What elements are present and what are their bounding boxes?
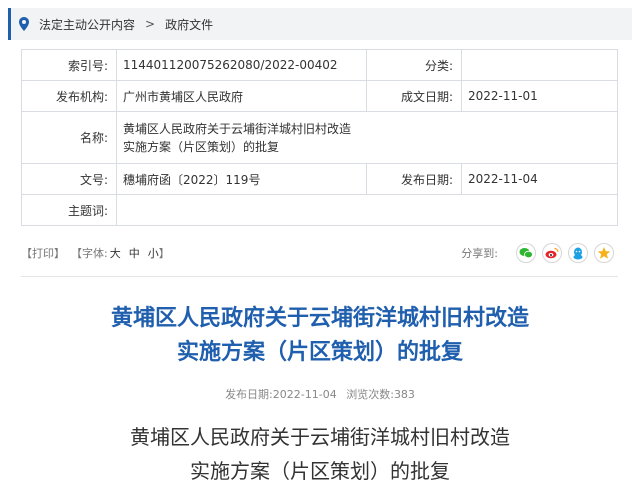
written-date-value: 2022-11-01: [461, 80, 618, 112]
breadcrumb: 法定主动公开内容 > 政府文件: [8, 8, 632, 40]
meta-row-docno: 文号: 穗埔府函〔2022〕119号 发布日期: 2022-11-04: [21, 163, 618, 195]
name-line-2: 实施方案（片区策划）的批复: [123, 139, 280, 154]
name-label: 名称:: [21, 111, 117, 164]
meta-row-index: 索引号: 114401120075262080/2022-00402 分类:: [21, 49, 618, 81]
document-meta-table: 索引号: 114401120075262080/2022-00402 分类: 发…: [21, 49, 618, 226]
qq-icon[interactable]: [568, 243, 588, 263]
font-size-medium-button[interactable]: 中: [129, 245, 140, 261]
qzone-icon[interactable]: [594, 243, 614, 263]
index-label: 索引号:: [21, 49, 117, 81]
meta-row-keywords: 主题词:: [21, 194, 618, 226]
index-value: 114401120075262080/2022-00402: [116, 49, 367, 81]
weibo-icon[interactable]: [542, 243, 562, 263]
article-title-line-1: 黄埔区人民政府关于云埔街洋城村旧村改造: [110, 306, 529, 331]
name-line-1: 黄埔区人民政府关于云埔街洋城村旧村改造: [123, 121, 352, 136]
issuer-label: 发布机构:: [21, 80, 117, 112]
article-toolbar: 【打印】 【字体: 大 中 小 】 分享到:: [21, 242, 618, 264]
wechat-icon[interactable]: [516, 243, 536, 263]
meta-row-name: 名称: 黄埔区人民政府关于云埔街洋城村旧村改造 实施方案（片区策划）的批复: [21, 111, 618, 164]
article-title: 黄埔区人民政府关于云埔街洋城村旧村改造 实施方案（片区策划）的批复: [0, 302, 640, 370]
breadcrumb-item-gov-documents[interactable]: 政府文件: [165, 16, 213, 33]
category-value: [461, 49, 618, 81]
share-label: 分享到:: [461, 247, 498, 260]
location-pin-icon: [19, 17, 29, 31]
name-value: 黄埔区人民政府关于云埔街洋城村旧村改造 实施方案（片区策划）的批复: [116, 111, 618, 164]
issuer-value: 广州市黄埔区人民政府: [116, 80, 367, 112]
keywords-value: [116, 194, 618, 226]
section-divider: [21, 276, 618, 277]
publish-date-label: 发布日期:: [366, 163, 462, 195]
written-date-label: 成文日期:: [366, 80, 462, 112]
font-size-close-bracket: 】: [158, 247, 170, 260]
views-count: 383: [393, 388, 415, 401]
article-title-line-2: 实施方案（片区策划）的批复: [176, 340, 463, 365]
article-publish-info: 发布日期:2022-11-04 浏览次数:383: [0, 386, 640, 402]
body-heading-line-1: 黄埔区人民政府关于云埔街洋城村旧村改造: [130, 425, 510, 449]
doc-no-value: 穗埔府函〔2022〕119号: [116, 163, 367, 195]
font-size-small-button[interactable]: 小: [148, 245, 159, 261]
font-size-label: 【字体:: [71, 247, 108, 260]
breadcrumb-item-public-content[interactable]: 法定主动公开内容: [39, 16, 135, 33]
body-heading-line-2: 实施方案（片区策划）的批复: [190, 459, 450, 483]
category-label: 分类:: [366, 49, 462, 81]
publish-date-value: 2022-11-04: [461, 163, 618, 195]
article-body-heading: 黄埔区人民政府关于云埔街洋城村旧村改造 实施方案（片区策划）的批复: [0, 420, 640, 488]
keywords-label: 主题词:: [21, 194, 117, 226]
share-bar: 分享到:: [461, 242, 614, 264]
breadcrumb-separator: >: [145, 17, 156, 31]
print-button[interactable]: 【打印】: [21, 245, 65, 261]
font-size-large-button[interactable]: 大: [110, 245, 121, 261]
meta-row-issuer: 发布机构: 广州市黄埔区人民政府 成文日期: 2022-11-01: [21, 80, 618, 112]
doc-no-label: 文号:: [21, 163, 117, 195]
views-label: 浏览次数:: [346, 388, 394, 401]
pub-date-label: 发布日期:: [225, 388, 273, 401]
pub-date-value: 2022-11-04: [272, 388, 337, 401]
